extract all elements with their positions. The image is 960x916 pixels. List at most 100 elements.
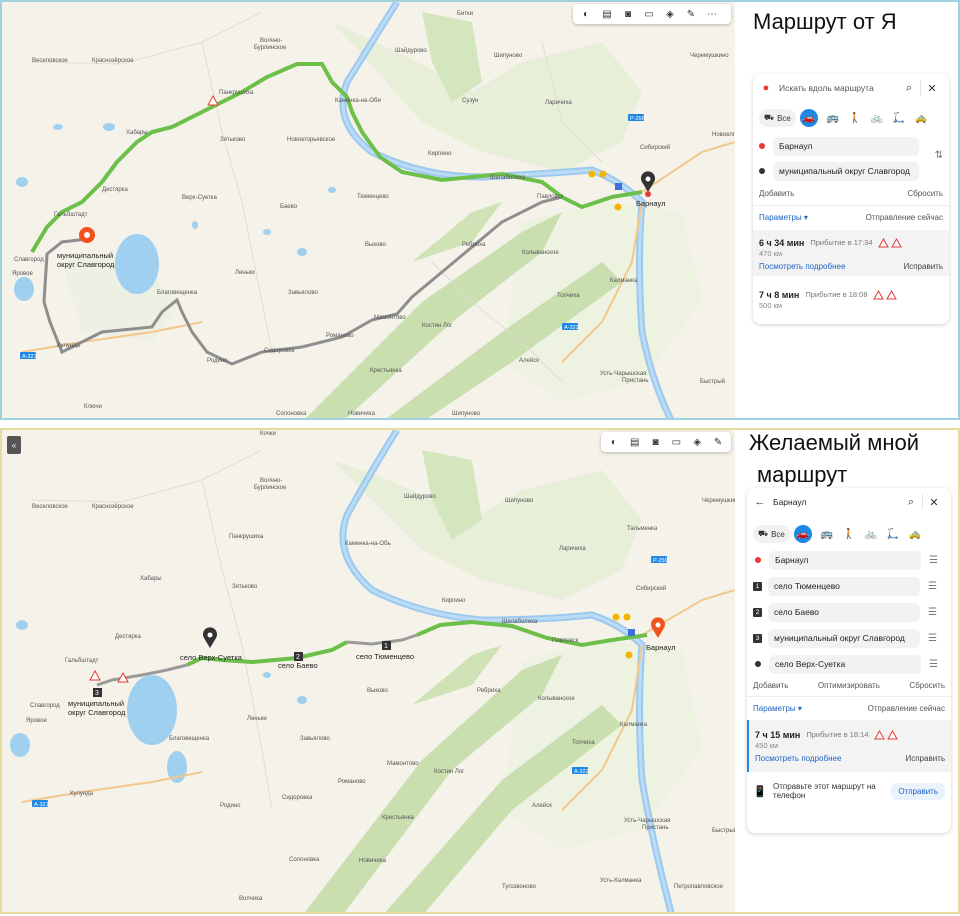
- svg-text:Пристань: Пристань: [642, 825, 668, 831]
- waypoint-from[interactable]: Барнаул: [759, 136, 919, 156]
- warning-icon: [890, 237, 902, 247]
- scooter-icon[interactable]: 🛴: [888, 109, 910, 127]
- route-option-1[interactable]: 6 ч 34 мин Прибытие в 17:34 470 км Посмот…: [753, 230, 949, 276]
- close-icon[interactable]: ✕: [921, 82, 943, 95]
- waypoint-field[interactable]: муниципальный округ Славгород: [768, 628, 920, 648]
- optimize-button[interactable]: Оптимизировать: [818, 681, 880, 690]
- taxi-icon[interactable]: 🚕: [904, 525, 926, 543]
- back-arrow-icon[interactable]: ←: [753, 496, 767, 508]
- fix-button[interactable]: Исправить: [903, 262, 943, 271]
- svg-text:А-321: А-321: [22, 354, 37, 360]
- waypoint-3[interactable]: 3 муниципальный округ Славгород ☰: [753, 628, 937, 648]
- svg-text:А-322: А-322: [564, 325, 579, 331]
- car-icon[interactable]: 🚗: [799, 109, 818, 127]
- svg-text:Кулунда: Кулунда: [70, 791, 94, 797]
- drag-handle-icon[interactable]: ☰: [928, 581, 937, 592]
- params-button[interactable]: Параметры ▾: [753, 704, 802, 713]
- route-card-top: ● Искать вдоль маршрута ⌕ ✕ ⛟ Все 🚗 🚌 🚶 🚲…: [753, 74, 949, 324]
- add-button[interactable]: Добавить: [759, 189, 794, 198]
- mode-all[interactable]: ⛟ Все: [759, 109, 796, 127]
- waypoint-field[interactable]: село Верх-Суетка: [769, 654, 921, 674]
- svg-text:Хабары: Хабары: [140, 576, 162, 582]
- ruler-icon[interactable]: ✎: [682, 6, 700, 22]
- route-card-bottom: ← Барнаул ⌕ ✕ ⛟ Все 🚗 🚌 🚶 🚲 🛴 🚕 Барнаул ☰: [747, 488, 951, 833]
- search-icon[interactable]: ⌕: [898, 82, 920, 95]
- map-top[interactable]: Р-256 А-322 А-321 Веселовское Краснозёрс…: [2, 2, 735, 418]
- waypoint-number: 2: [753, 607, 762, 617]
- panorama-icon[interactable]: ◙: [647, 434, 665, 450]
- bus-icon[interactable]: 🚌: [822, 109, 844, 127]
- svg-text:Сибирский: Сибирский: [640, 144, 670, 151]
- more-icon[interactable]: ⋯: [703, 6, 721, 22]
- ruler-icon[interactable]: ✎: [709, 434, 727, 450]
- drag-handle-icon[interactable]: ☰: [928, 633, 937, 644]
- route-option-2[interactable]: 7 ч 8 мин Прибытие в 18:08 500 км: [753, 288, 949, 318]
- waypoint-field[interactable]: муниципальный округ Славгород: [773, 161, 919, 181]
- waypoint-to[interactable]: муниципальный округ Славгород: [759, 161, 919, 181]
- params-button[interactable]: Параметры ▾: [759, 213, 808, 222]
- drag-handle-icon[interactable]: ☰: [928, 607, 937, 618]
- search-along-route[interactable]: ● Искать вдоль маршрута ⌕ ✕: [759, 76, 943, 100]
- waypoint-field[interactable]: село Тюменцево: [768, 576, 920, 596]
- walk-icon[interactable]: 🚶: [838, 525, 860, 543]
- svg-text:Дестярка: Дестярка: [115, 634, 141, 640]
- waypoint-field[interactable]: село Баево: [768, 602, 920, 622]
- svg-text:Быстрый: Быстрый: [712, 827, 735, 834]
- bus-icon[interactable]: 🚌: [816, 525, 838, 543]
- layers-icon[interactable]: ◐: [577, 6, 595, 22]
- search-bar[interactable]: ← Барнаул ⌕ ✕: [753, 490, 945, 514]
- drag-handle-icon[interactable]: ☰: [929, 659, 938, 670]
- details-link[interactable]: Посмотреть подробнее: [759, 262, 845, 271]
- svg-text:село Баево: село Баево: [278, 661, 318, 670]
- departure-button[interactable]: Отправление сейчас: [866, 213, 943, 222]
- transit-icon[interactable]: ▭: [640, 6, 658, 22]
- search-input[interactable]: Барнаул: [767, 497, 900, 507]
- close-icon[interactable]: ✕: [923, 496, 945, 509]
- bike-icon[interactable]: 🚲: [866, 109, 888, 127]
- params-row: Параметры ▾ Отправление сейчас: [759, 210, 943, 224]
- search-input[interactable]: Искать вдоль маршрута: [773, 83, 898, 93]
- fix-button[interactable]: Исправить: [905, 754, 945, 763]
- layers-icon[interactable]: ◐: [605, 434, 623, 450]
- traffic-icon[interactable]: ◈: [688, 434, 706, 450]
- transport-modes: ⛟ Все 🚗 🚌 🚶 🚲 🛴 🚕: [753, 524, 945, 544]
- walk-icon[interactable]: 🚶: [844, 109, 866, 127]
- map-bottom[interactable]: Р-256 А-322 А-321 3 2 1 Кочки Веселовско…: [2, 430, 735, 912]
- map-bottom-canvas[interactable]: Р-256 А-322 А-321 3 2 1 Кочки Веселовско…: [2, 430, 735, 912]
- waypoint-field[interactable]: Барнаул: [773, 136, 919, 156]
- map-type-icon[interactable]: ▤: [626, 434, 644, 450]
- waypoint-4[interactable]: село Верх-Суетка ☰: [753, 654, 938, 674]
- reset-button[interactable]: Сбросить: [907, 189, 943, 198]
- svg-text:Новоегорьевское: Новоегорьевское: [287, 137, 336, 143]
- bottom-panel: Р-256 А-322 А-321 3 2 1 Кочки Веселовско…: [0, 428, 960, 914]
- waypoint-dot-icon: [759, 143, 765, 149]
- traffic-icon[interactable]: ◈: [661, 6, 679, 22]
- panorama-icon[interactable]: ◙: [619, 6, 637, 22]
- departure-button[interactable]: Отправление сейчас: [868, 704, 945, 713]
- reset-button[interactable]: Сбросить: [909, 681, 945, 690]
- add-button[interactable]: Добавить: [753, 681, 788, 690]
- collapse-panel-button[interactable]: «: [7, 436, 21, 454]
- car-icon[interactable]: 🚗: [793, 525, 812, 543]
- transit-icon[interactable]: ▭: [667, 434, 685, 450]
- svg-text:Гальбштадт: Гальбштадт: [54, 212, 88, 218]
- svg-text:Кирпино: Кирпино: [428, 151, 452, 157]
- route-option[interactable]: 7 ч 15 мин Прибытие в 18:14 450 км Посмот…: [747, 720, 951, 772]
- svg-text:Мамонтово: Мамонтово: [387, 761, 419, 767]
- scooter-icon[interactable]: 🛴: [882, 525, 904, 543]
- swap-icon[interactable]: ⇅: [935, 150, 943, 161]
- waypoint-1[interactable]: 1 село Тюменцево ☰: [753, 576, 937, 596]
- map-type-icon[interactable]: ▤: [598, 6, 616, 22]
- waypoint-2[interactable]: 2 село Баево ☰: [753, 602, 937, 622]
- send-button[interactable]: Отправить: [891, 782, 945, 800]
- mode-all[interactable]: ⛟ Все: [753, 525, 790, 543]
- bike-icon[interactable]: 🚲: [860, 525, 882, 543]
- map-toolbar: ◐ ▤ ◙ ▭ ◈ ✎ ⋯: [573, 4, 731, 24]
- waypoint-field[interactable]: Барнаул: [769, 550, 921, 570]
- details-link[interactable]: Посмотреть подробнее: [755, 754, 841, 763]
- map-top-canvas[interactable]: Р-256 А-322 А-321 Веселовское Краснозёрс…: [2, 2, 735, 418]
- taxi-icon[interactable]: 🚕: [910, 109, 932, 127]
- search-icon[interactable]: ⌕: [900, 496, 922, 509]
- waypoint-0[interactable]: Барнаул ☰: [753, 550, 938, 570]
- drag-handle-icon[interactable]: ☰: [929, 555, 938, 566]
